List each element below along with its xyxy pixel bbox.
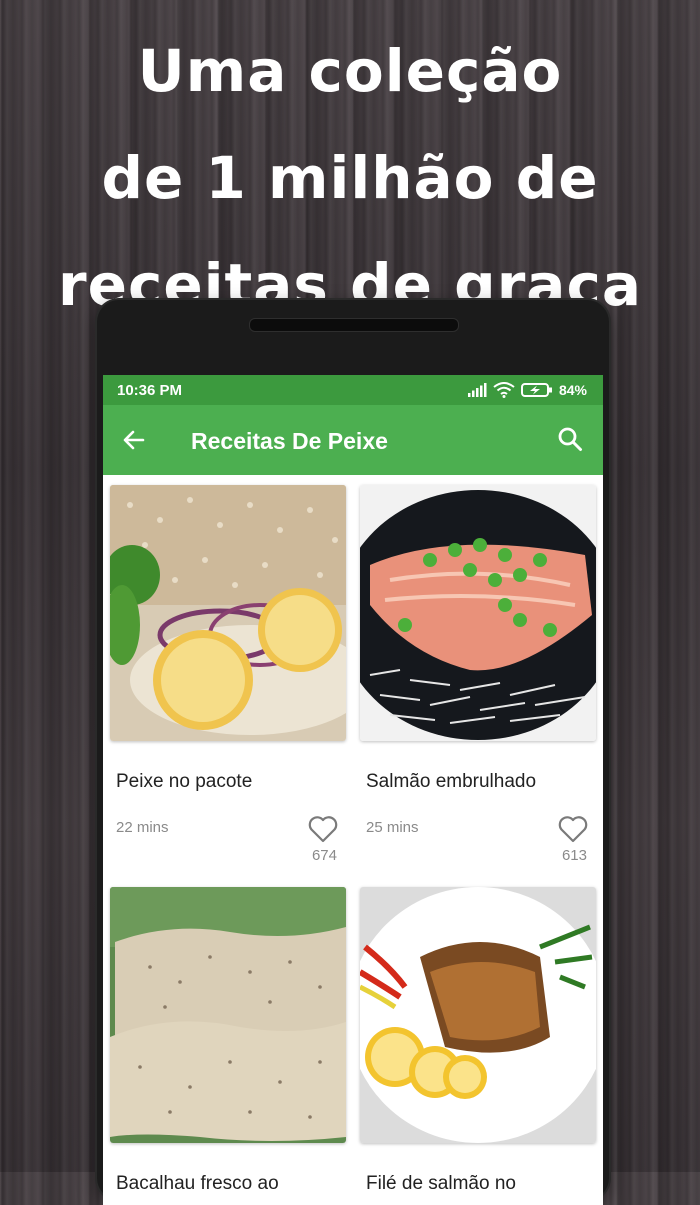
recipe-time: 25 mins xyxy=(366,819,419,836)
signal-icon xyxy=(467,383,487,397)
heart-icon[interactable] xyxy=(308,815,338,843)
heart-icon[interactable] xyxy=(558,815,588,843)
promo-line-2: de 1 milhão de xyxy=(101,144,599,212)
recipe-photo[interactable] xyxy=(110,887,346,1143)
like-count: 674 xyxy=(311,847,337,864)
page-title: Receitas De Peixe xyxy=(191,428,388,454)
recipe-card[interactable]: Peixe no pacote 22 mins 674 xyxy=(110,485,346,864)
recipe-photo[interactable] xyxy=(110,485,346,741)
recipe-title: Salmão embrulhado xyxy=(366,771,537,792)
recipe-time: 22 mins xyxy=(116,819,169,836)
phone-speaker xyxy=(249,318,459,332)
recipe-card[interactable]: Filé de salmão no xyxy=(360,887,596,1194)
like-count: 613 xyxy=(561,847,587,864)
promo-line-1: Uma coleção xyxy=(137,37,563,105)
app-bar: Receitas De Peixe xyxy=(103,405,603,475)
back-arrow-icon[interactable] xyxy=(121,427,147,453)
app-screen: 10:36 PM 84% Receitas De Peixe Peixe no … xyxy=(103,375,603,1205)
recipe-title: Bacalhau fresco ao xyxy=(116,1173,279,1194)
search-icon[interactable] xyxy=(557,426,583,452)
status-bar: 10:36 PM 84% xyxy=(103,375,603,405)
promo-headline: Uma coleção de 1 milhão de receitas de g… xyxy=(0,18,700,339)
recipe-title: Peixe no pacote xyxy=(116,771,253,792)
wifi-icon xyxy=(493,382,515,398)
recipe-photo[interactable] xyxy=(360,887,596,1143)
recipe-title: Filé de salmão no xyxy=(366,1173,516,1194)
recipe-card[interactable]: Salmão embrulhado 25 mins 613 xyxy=(360,485,596,864)
phone-frame: 10:36 PM 84% Receitas De Peixe Peixe no … xyxy=(97,300,609,1205)
recipe-photo[interactable] xyxy=(360,485,596,741)
status-time: 10:36 PM xyxy=(117,381,183,399)
recipe-card[interactable]: Bacalhau fresco ao xyxy=(110,887,346,1194)
battery-percent: 84% xyxy=(558,382,587,398)
battery-charging-icon xyxy=(520,383,552,397)
